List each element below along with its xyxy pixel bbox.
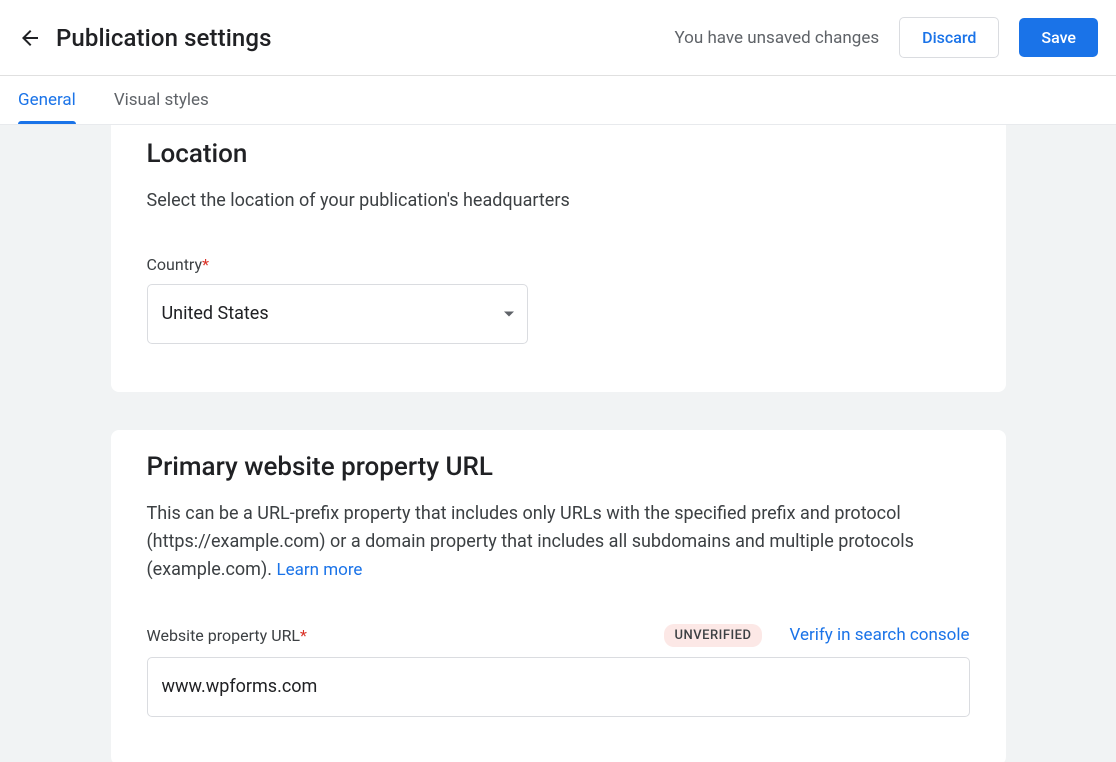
unsaved-changes-message: You have unsaved changes: [674, 28, 879, 48]
header: Publication settings You have unsaved ch…: [0, 0, 1116, 76]
country-label: Country*: [147, 255, 970, 274]
tabs: General Visual styles: [0, 76, 1116, 125]
country-select-value: United States: [162, 303, 269, 324]
country-select-wrapper: United States: [147, 284, 528, 344]
learn-more-link[interactable]: Learn more: [276, 560, 362, 580]
verify-search-console-link[interactable]: Verify in search console: [790, 625, 970, 645]
required-asterisk: *: [202, 255, 209, 274]
url-label-row: Website property URL* UNVERIFIED Verify …: [147, 624, 970, 647]
back-arrow-icon[interactable]: [18, 26, 42, 50]
header-right: You have unsaved changes Discard Save: [674, 17, 1098, 58]
website-url-label: Website property URL*: [147, 626, 307, 645]
website-url-label-text: Website property URL: [147, 626, 301, 645]
country-select[interactable]: United States: [147, 284, 528, 344]
tab-general[interactable]: General: [18, 77, 76, 123]
save-button[interactable]: Save: [1019, 18, 1098, 57]
tab-visual-styles[interactable]: Visual styles: [114, 77, 209, 123]
header-left: Publication settings: [18, 24, 272, 52]
country-label-text: Country: [147, 255, 203, 274]
location-title: Location: [147, 139, 970, 169]
website-card: Primary website property URL This can be…: [111, 430, 1006, 762]
website-description-text: This can be a URL-prefix property that i…: [147, 503, 914, 580]
required-asterisk: *: [300, 626, 307, 645]
location-description: Select the location of your publication'…: [147, 187, 970, 215]
location-card: Location Select the location of your pub…: [111, 125, 1006, 392]
website-url-input[interactable]: [147, 657, 970, 717]
discard-button[interactable]: Discard: [899, 17, 999, 58]
website-description: This can be a URL-prefix property that i…: [147, 500, 970, 584]
website-title: Primary website property URL: [147, 452, 970, 482]
page-title: Publication settings: [56, 24, 272, 52]
content-area: Location Select the location of your pub…: [0, 125, 1116, 762]
unverified-badge: UNVERIFIED: [664, 624, 761, 647]
url-row-right: UNVERIFIED Verify in search console: [664, 624, 969, 647]
